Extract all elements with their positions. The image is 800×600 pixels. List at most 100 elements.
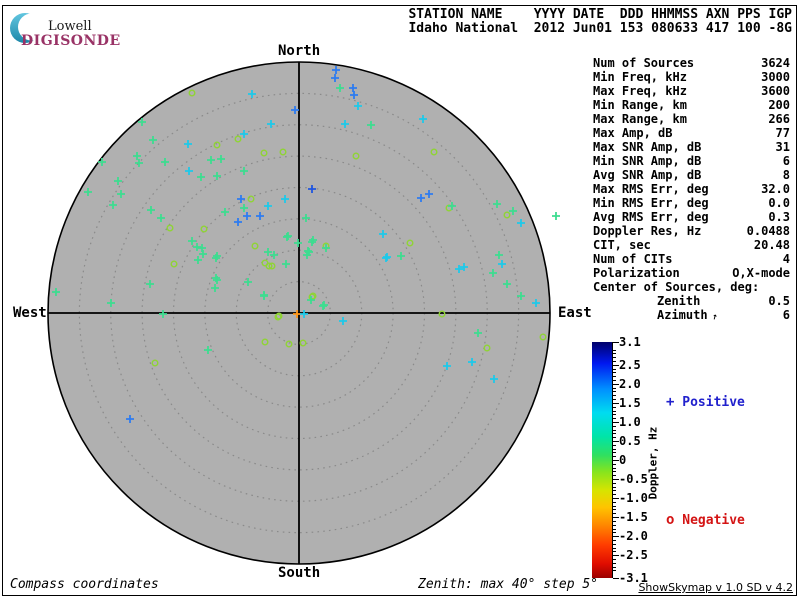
stat-value: 3624 — [761, 56, 790, 70]
doppler-colorbar-gradient — [592, 342, 613, 578]
colorbar-minor-tick — [613, 570, 616, 572]
stat-value: 77 — [775, 126, 790, 140]
stat-row: Max Range, km 266 — [593, 112, 790, 126]
legend-positive-label: Positive — [682, 395, 745, 410]
stat-value: 31 — [775, 140, 790, 154]
footer-zenith-note: Zenith: max 40° step 5° — [418, 577, 599, 592]
compass-label-south: South — [278, 565, 321, 581]
stat-label: Avg SNR Amp, dB — [593, 168, 702, 182]
stat-label: Max Freq, kHz — [593, 84, 687, 98]
stat-row: Doppler Res, Hz 0.0488 — [593, 224, 790, 238]
colorbar-tick-label: 0 — [619, 453, 627, 467]
colorbar-minor-tick — [613, 513, 616, 515]
stat-label: Max Amp, dB — [593, 126, 673, 140]
stat-value: O,X-mode — [732, 266, 790, 280]
compass-label-west: West — [13, 305, 47, 321]
stat-label: CIT, sec — [593, 238, 651, 252]
stat-row: CIT, sec 20.48 — [593, 238, 790, 252]
stat-label: Num of CITs — [593, 252, 673, 266]
stat-label: Doppler Res, Hz — [593, 224, 702, 238]
stat-row: Min Freq, kHz 3000 — [593, 70, 790, 84]
colorbar-tick-label: -1.5 — [619, 510, 648, 525]
stat-value: 4 — [782, 252, 790, 266]
colorbar-minor-tick — [613, 406, 616, 408]
colorbar-minor-tick — [613, 467, 616, 469]
colorbar-minor-tick — [613, 387, 616, 389]
stat-label: Min Freq, kHz — [593, 70, 687, 84]
colorbar-minor-tick — [613, 486, 616, 488]
stat-value: 0.0488 — [746, 224, 790, 238]
colorbar-minor-tick — [613, 437, 616, 439]
colorbar-minor-tick — [613, 368, 616, 370]
stat-value: 266 — [768, 112, 790, 126]
colorbar-minor-tick — [613, 558, 616, 560]
colorbar-minor-tick — [613, 471, 616, 473]
colorbar-minor-tick — [613, 357, 616, 359]
colorbar-minor-tick — [613, 410, 616, 412]
legend-negative-label: Negative — [682, 513, 745, 528]
stat-value: 8 — [782, 168, 790, 182]
stat-label: Min RMS Err, deg — [593, 196, 709, 210]
colorbar-tick-label: -1.0 — [619, 491, 648, 506]
stat-value: 0.5 — [768, 294, 790, 308]
colorbar-minor-tick — [613, 444, 616, 446]
colorbar-minor-tick — [613, 524, 616, 526]
colorbar-minor-tick — [613, 448, 616, 450]
colorbar-tick-label: 1.0 — [619, 414, 641, 429]
colorbar-tick-label: 3.1 — [619, 335, 641, 349]
colorbar-minor-tick — [613, 505, 616, 507]
colorbar-minor-tick — [613, 566, 616, 568]
stat-label: Max Range, km — [593, 112, 687, 126]
colorbar-minor-tick — [613, 528, 616, 530]
stat-row: Max RMS Err, deg 32.0 — [593, 182, 790, 196]
stat-value: 6 — [782, 154, 790, 168]
colorbar-minor-tick — [613, 532, 616, 534]
colorbar-axis-label: Doppler, Hz — [646, 426, 660, 500]
legend-positive: + Positive — [666, 394, 745, 410]
colorbar-tick-label: -2.0 — [619, 529, 648, 544]
colorbar-minor-tick — [613, 414, 616, 416]
stat-value: 3000 — [761, 70, 790, 84]
stat-label: Min Range, km — [593, 98, 687, 112]
stat-value: 0.0 — [768, 196, 790, 210]
stat-row: Min Range, km 200 — [593, 98, 790, 112]
stat-value: 200 — [768, 98, 790, 112]
colorbar-minor-tick — [613, 395, 616, 397]
stat-value: 32.0 — [761, 182, 790, 196]
colorbar-tick-label: 2.5 — [619, 357, 641, 372]
stat-value: 6 — [782, 308, 790, 322]
stat-label: Min SNR Amp, dB — [593, 154, 702, 168]
colorbar-minor-tick — [613, 349, 616, 351]
colorbar-minor-tick — [613, 372, 616, 374]
colorbar-minor-tick — [613, 490, 616, 492]
colorbar-tick-label: 0.5 — [619, 433, 641, 448]
compass-label-east: East — [558, 305, 592, 321]
stat-row: Num of Sources 3624 — [593, 56, 790, 70]
stat-row: Azimuth ↗ 6 — [593, 308, 790, 323]
colorbar-minor-tick — [613, 494, 616, 496]
stat-value: 3600 — [761, 84, 790, 98]
showskymap-window: Lowell DIGISONDE STATION NAME YYYY DATE … — [0, 0, 800, 600]
stat-row: Center of Sources, deg: — [593, 280, 790, 294]
colorbar-minor-tick — [613, 418, 616, 420]
colorbar-minor-tick — [613, 391, 616, 393]
colorbar-minor-tick — [613, 551, 616, 553]
stat-row: Max SNR Amp, dB 31 — [593, 140, 790, 154]
stat-label: Avg RMS Err, deg — [593, 210, 709, 224]
colorbar-minor-tick — [613, 429, 616, 431]
colorbar-minor-tick — [613, 376, 616, 378]
stat-row: Min SNR Amp, dB 6 — [593, 154, 790, 168]
stat-label: Azimuth ↗ — [657, 308, 720, 323]
colorbar-minor-tick — [613, 353, 616, 355]
colorbar-tick-label: 2.0 — [619, 376, 641, 391]
stat-label: Max SNR Amp, dB — [593, 140, 702, 154]
colorbar-minor-tick — [613, 562, 616, 564]
stat-row: Avg SNR Amp, dB 8 — [593, 168, 790, 182]
colorbar-minor-tick — [613, 501, 616, 503]
colorbar-tick-label: 1.5 — [619, 395, 641, 410]
colorbar-minor-tick — [613, 509, 616, 511]
stats-panel: Num of Sources 3624 Min Freq, kHz 3000 Max F… — [593, 56, 790, 323]
stat-row: Num of CITs 4 — [593, 252, 790, 266]
colorbar-minor-tick — [613, 361, 616, 363]
colorbar-minor-tick — [613, 380, 616, 382]
